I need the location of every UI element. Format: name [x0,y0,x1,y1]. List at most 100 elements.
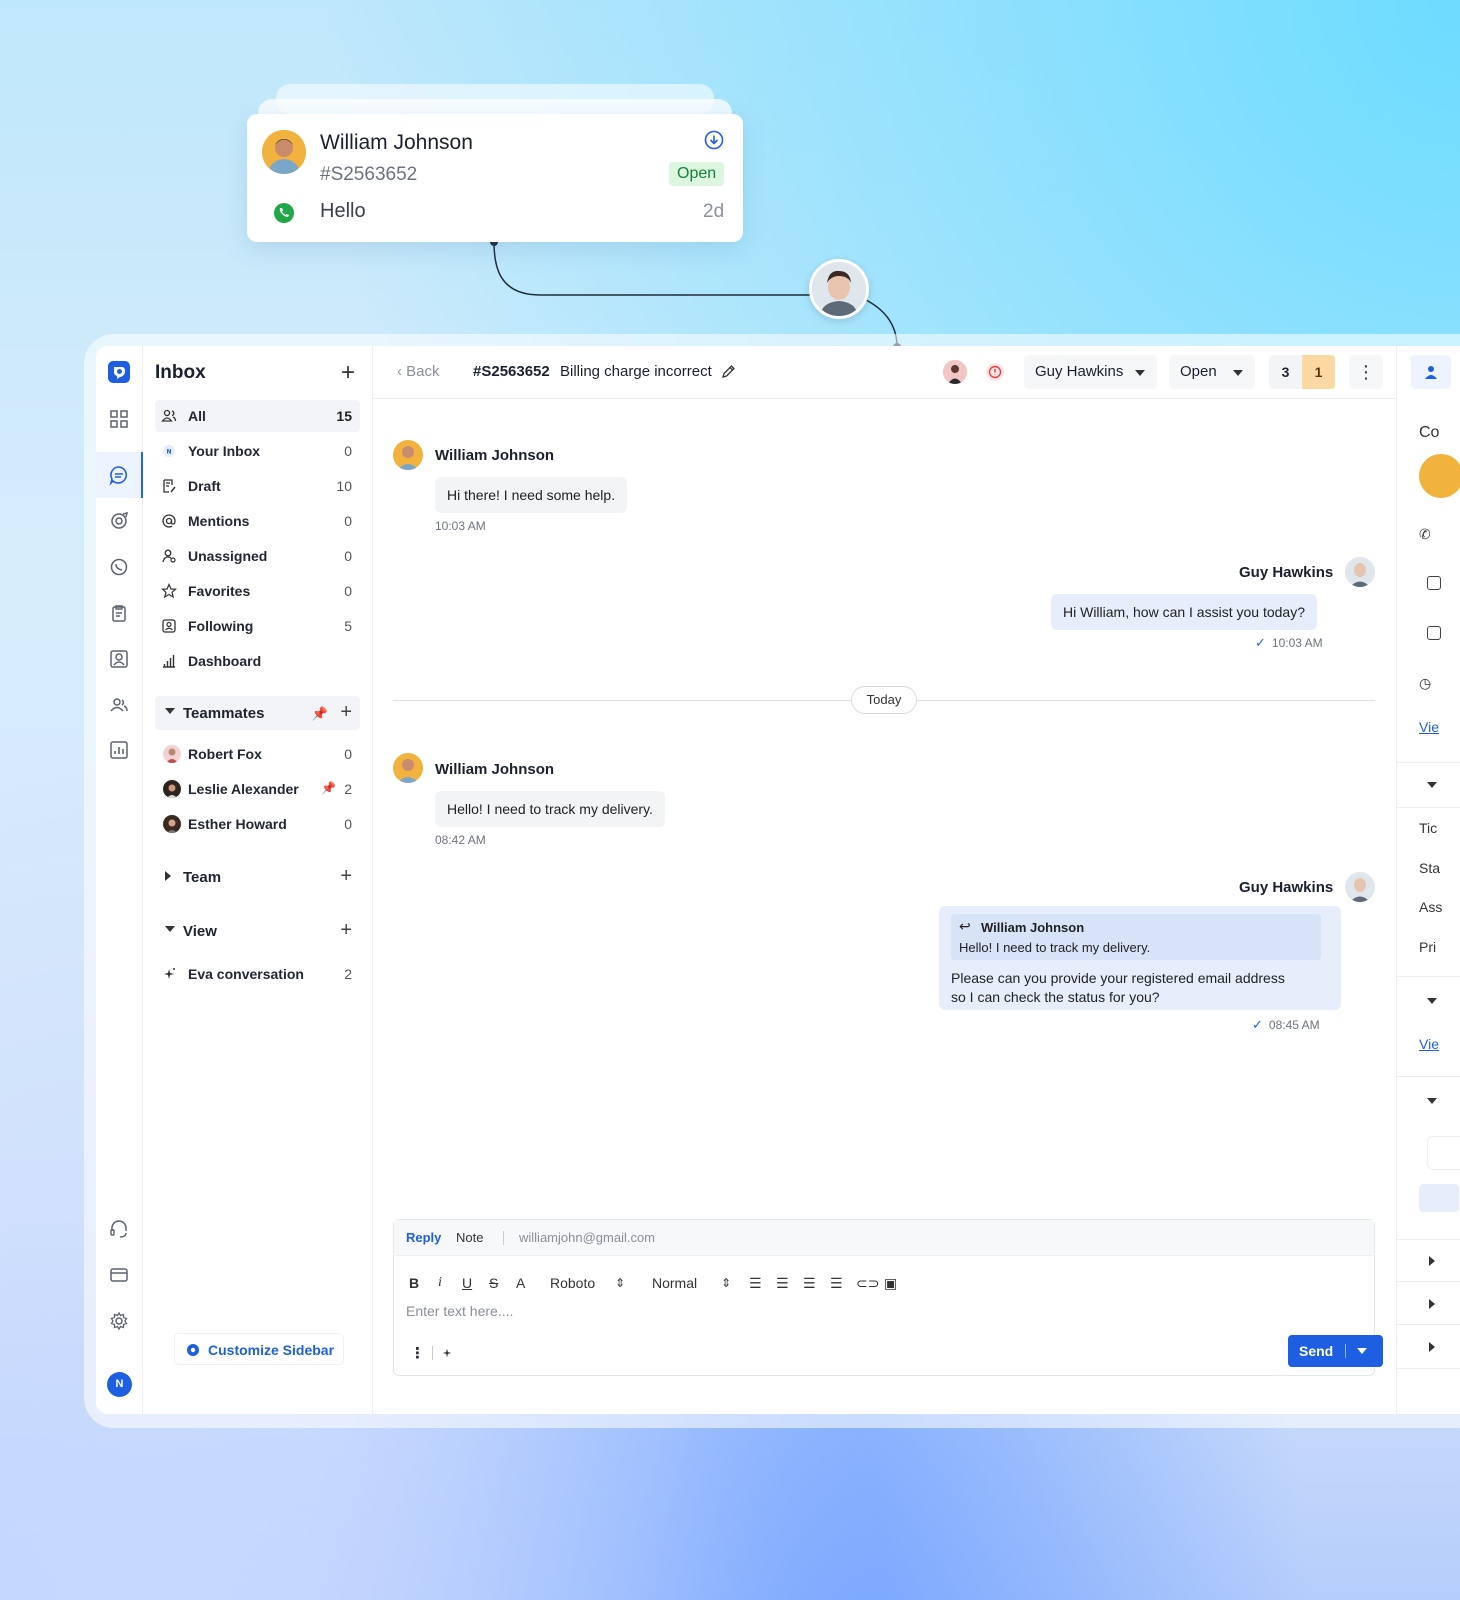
user-avatar[interactable]: N [107,1372,132,1397]
tab-note[interactable]: Note [456,1230,483,1245]
sidebar-item-dashboard[interactable]: Dashboard [155,645,360,677]
sidebar-item-count: 0 [344,443,352,459]
more-options-icon[interactable]: ⋮ [1349,355,1383,389]
sidebar-item-mentions[interactable]: Mentions 0 [155,505,360,537]
add-view-button[interactable]: + [340,919,352,942]
alert-icon[interactable] [985,362,1005,382]
font-select-arrows-icon[interactable]: ⇕ [615,1276,625,1290]
team-section-header[interactable]: Team + [155,860,360,894]
chevron-right-icon[interactable] [1429,1299,1435,1309]
tab-reply[interactable]: Reply [406,1230,441,1245]
ticket-preview-card[interactable]: William Johnson #S2563652 Hello Open 2d [247,114,743,242]
size-select[interactable]: Normal [652,1275,697,1291]
teammate-esther-howard[interactable]: Esther Howard 0 [155,808,360,840]
reply-icon: ↩ [959,918,971,934]
more-options-icon[interactable]: ⋮ [410,1344,425,1362]
image-icon[interactable]: ▣ [884,1275,897,1292]
sidebar-item-your-inbox[interactable]: N Your Inbox 0 [155,435,360,467]
avatar [1345,872,1375,902]
message-bubble: ↩ William Johnson Hello! I need to track… [939,906,1341,1010]
view-section-header[interactable]: View + [155,914,360,948]
divider [1397,762,1460,763]
inbox-icon: N [163,445,175,457]
pin-icon[interactable]: 📌 [312,706,328,722]
sidebar-item-count: 5 [344,618,352,634]
message-input[interactable]: Enter text here.... [406,1303,513,1319]
headset-icon[interactable] [108,1218,130,1240]
grid-icon[interactable] [108,408,130,430]
billing-card-icon[interactable] [108,1264,130,1286]
customize-sidebar-button[interactable]: Customize Sidebar [174,1333,344,1365]
gear-icon[interactable] [108,1310,130,1332]
phone-icon: ✆ [1419,526,1431,542]
view-link[interactable]: Vie [1419,1036,1439,1052]
sparkle-icon [164,968,175,979]
teammates-section-header[interactable]: Teammates 📌 + [155,696,360,730]
message-sender: William Johnson [435,761,555,778]
link-icon[interactable]: ⊂⊃ [856,1275,879,1292]
status-dropdown[interactable]: Open [1169,355,1255,389]
outdent-icon[interactable]: ☰ [803,1275,816,1292]
teammate-leslie-alexander[interactable]: Leslie Alexander 📌 2 [155,773,360,805]
sidebar-item-eva-conversation[interactable]: Eva conversation 2 [155,958,360,990]
send-button[interactable]: Send [1288,1335,1383,1367]
teammate-name: Leslie Alexander [188,781,299,797]
teammate-robert-fox[interactable]: Robert Fox 0 [155,738,360,770]
font-select[interactable]: Roboto [550,1275,595,1291]
ticket-id: #S2563652 [473,363,550,380]
italic-button[interactable]: i [438,1275,442,1291]
caret-down-icon[interactable] [1357,1348,1367,1354]
counter-badge-highlight[interactable]: 1 [1302,355,1335,389]
message-text-line: Please can you provide your registered e… [951,970,1285,986]
status-value: Open [1180,363,1217,380]
contact-tab[interactable] [1411,355,1451,389]
recipient-email[interactable]: williamjohn@gmail.com [519,1230,655,1245]
add-team-button[interactable]: + [340,865,352,888]
contact-card-icon[interactable] [108,648,130,670]
conversation-header: ‹ Back #S2563652 Billing charge incorrec… [373,346,1396,399]
sidebar-item-count: 10 [336,478,352,494]
sparkle-icon[interactable] [440,1346,454,1360]
bold-button[interactable]: B [409,1275,419,1291]
bullet-list-icon[interactable]: ☰ [776,1275,789,1292]
analytics-icon[interactable] [108,510,130,532]
app-logo[interactable] [107,360,131,384]
chevron-down-icon[interactable] [1427,782,1437,788]
underline-button[interactable]: U [462,1275,472,1291]
numbered-list-icon[interactable]: ☰ [749,1275,762,1292]
download-icon[interactable] [704,130,724,150]
sidebar-item-all[interactable]: All 15 [155,400,360,432]
strikethrough-button[interactable]: S [489,1275,498,1291]
sidebar-item-unassigned[interactable]: Unassigned 0 [155,540,360,572]
reply-composer: Reply Note williamjohn@gmail.com B i U S… [393,1219,1383,1376]
chat-icon[interactable] [108,464,130,486]
back-button[interactable]: ‹ Back [397,363,440,380]
clipboard-icon[interactable] [108,602,130,624]
pencil-icon[interactable] [721,364,736,379]
sidebar-item-draft[interactable]: Draft 10 [155,470,360,502]
whatsapp-icon[interactable] [108,556,130,578]
reports-icon[interactable] [108,739,130,761]
team-icon[interactable] [108,694,130,716]
chevron-down-icon[interactable] [1427,998,1437,1004]
new-conversation-button[interactable]: + [341,359,355,387]
chevron-right-icon[interactable] [1429,1342,1435,1352]
bar-chart-icon [163,655,175,668]
chevron-down-icon[interactable] [1427,1098,1437,1104]
indent-icon[interactable]: ☰ [830,1275,843,1292]
sidebar-item-following[interactable]: Following 5 [155,610,360,642]
pin-icon[interactable]: 📌 [321,781,336,795]
tag-chip[interactable] [1427,1136,1460,1170]
view-link[interactable]: Vie [1419,719,1439,735]
action-button[interactable] [1419,1184,1459,1212]
assignee-avatar[interactable] [943,360,967,384]
text-color-icon[interactable]: A [516,1275,525,1291]
assignee-dropdown[interactable]: Guy Hawkins [1024,355,1157,389]
chevron-right-icon[interactable] [1429,1256,1435,1266]
sidebar-item-favorites[interactable]: Favorites 0 [155,575,360,607]
counter-badge[interactable]: 3 [1269,355,1302,389]
avatar [393,753,423,783]
add-teammate-button[interactable]: + [340,701,352,724]
message-bubble: Hi there! I need some help. [435,477,628,513]
size-select-arrows-icon[interactable]: ⇕ [721,1276,731,1290]
